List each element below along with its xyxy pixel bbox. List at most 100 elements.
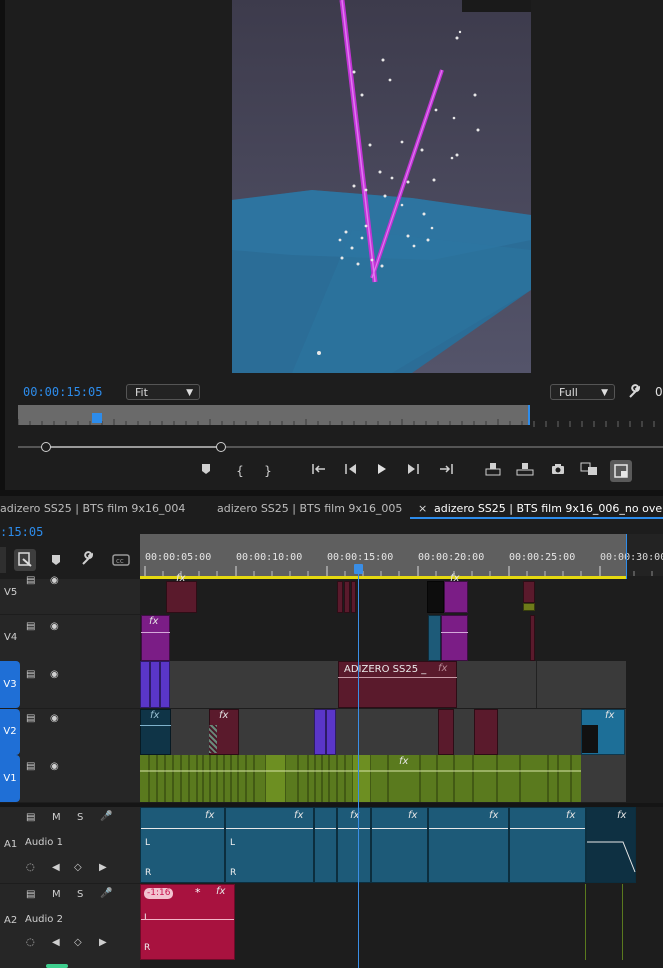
- solo-button[interactable]: S: [77, 812, 83, 823]
- go-to-out-button[interactable]: [436, 462, 456, 480]
- fx-badge: fx: [399, 756, 409, 767]
- go-to-in-button[interactable]: [309, 462, 329, 480]
- audio-clip-a1-1[interactable]: L R fx: [140, 807, 225, 883]
- audio-clip-a1-3[interactable]: [314, 807, 337, 883]
- extract-icon: [516, 463, 534, 476]
- clip-title-label: ADIZERO SS25 _: [344, 664, 427, 675]
- comparison-view-button[interactable]: [579, 462, 599, 480]
- clip-v4-2[interactable]: [428, 615, 441, 661]
- timeline-ruler[interactable]: 00:00:05:00 00:00:10:00 00:00:15:00 00:0…: [140, 534, 626, 576]
- toggle-sync-lock-icon[interactable]: ▤: [26, 812, 35, 823]
- clip-v2-6[interactable]: [474, 709, 498, 755]
- microphone-icon[interactable]: 🎤: [100, 888, 112, 899]
- clip-v5-3[interactable]: [344, 581, 350, 613]
- linked-selection-button[interactable]: [14, 549, 36, 571]
- v1-clip-strip[interactable]: [140, 755, 626, 802]
- clip-thumbnail: [209, 725, 217, 753]
- clip-v2-3[interactable]: [314, 709, 326, 755]
- step-forward-button[interactable]: [403, 462, 423, 480]
- toggle-sync-lock-icon[interactable]: ▤: [26, 713, 35, 724]
- tab-sequence-005[interactable]: adizero SS25 | BTS film 9x16_005: [217, 496, 402, 521]
- prev-keyframe-icon[interactable]: ◀: [52, 937, 60, 948]
- clip-v5-2[interactable]: [337, 581, 343, 613]
- track-name-v2[interactable]: V2: [0, 709, 20, 755]
- zoom-scrollbar-thumb[interactable]: [46, 446, 221, 448]
- track-id-a1: A1: [4, 839, 18, 850]
- add-keyframe-icon[interactable]: ◇: [74, 937, 82, 948]
- audio-clip-a1-4[interactable]: fx: [337, 807, 371, 883]
- next-keyframe-icon[interactable]: ▶: [99, 862, 107, 873]
- mark-out-button[interactable]: }: [258, 462, 278, 480]
- clip-v2-4[interactable]: [326, 709, 336, 755]
- eye-icon[interactable]: ◉: [50, 761, 59, 772]
- microphone-icon[interactable]: 🎤: [100, 811, 112, 822]
- audio-clip-a1-6[interactable]: fx: [428, 807, 509, 883]
- eye-icon[interactable]: ◉: [50, 575, 59, 586]
- keyframe-menu-icon[interactable]: ◌: [26, 937, 35, 948]
- playhead-handle[interactable]: [354, 564, 363, 574]
- playhead-line[interactable]: [358, 568, 359, 968]
- track-name-v1[interactable]: V1: [0, 755, 20, 802]
- track-header-v2: V2 ▤ ◉: [0, 709, 140, 755]
- zoom-handle-left[interactable]: [41, 442, 51, 452]
- next-keyframe-icon[interactable]: ▶: [99, 937, 107, 948]
- toggle-sync-lock-icon[interactable]: ▤: [26, 621, 35, 632]
- monitor-time-ruler[interactable]: [18, 405, 528, 425]
- toggle-sync-lock-icon[interactable]: ▤: [26, 575, 35, 586]
- prev-keyframe-icon[interactable]: ◀: [52, 862, 60, 873]
- play-button[interactable]: [371, 462, 391, 480]
- clip-v5-5[interactable]: [427, 581, 444, 613]
- toggle-sync-lock-icon[interactable]: ▤: [26, 761, 35, 772]
- track-lane-v2: fx fx fx: [140, 709, 626, 755]
- clip-v5-4[interactable]: [351, 581, 356, 613]
- playhead-timecode[interactable]: 00:00:15:05: [23, 385, 102, 399]
- timeline-timecode[interactable]: :15:05: [0, 525, 43, 539]
- fx-badge: fx: [605, 710, 615, 721]
- wrench-icon[interactable]: [627, 384, 643, 400]
- mute-button[interactable]: M: [52, 812, 61, 823]
- toggle-sync-lock-icon[interactable]: ▤: [26, 889, 35, 900]
- clip-v4-3[interactable]: [441, 615, 468, 661]
- audio-clip-a2-1[interactable]: -1:16 * fx L R: [140, 884, 235, 960]
- solo-button[interactable]: S: [77, 889, 83, 900]
- ruler-label-5s: 00:00:05:00: [145, 552, 212, 563]
- track-lane-v3: ADIZERO SS25 _ fx: [140, 661, 626, 708]
- add-keyframe-icon[interactable]: ◇: [74, 862, 82, 873]
- toggle-sync-lock-icon[interactable]: ▤: [26, 669, 35, 680]
- eye-icon[interactable]: ◉: [50, 713, 59, 724]
- export-frame-button[interactable]: [548, 462, 568, 480]
- zoom-select[interactable]: Fit ▼: [126, 384, 200, 400]
- fx-badge: fx: [205, 810, 215, 821]
- clip-v2-5[interactable]: [438, 709, 454, 755]
- eye-icon[interactable]: ◉: [50, 621, 59, 632]
- keyframe-menu-icon[interactable]: ◌: [26, 862, 35, 873]
- add-marker-button[interactable]: [196, 462, 216, 480]
- eye-icon[interactable]: ◉: [50, 669, 59, 680]
- clip-v5-1[interactable]: [166, 581, 197, 613]
- mark-in-button[interactable]: {: [230, 462, 250, 480]
- lift-button[interactable]: [483, 462, 503, 480]
- clip-v3-2[interactable]: [150, 661, 160, 708]
- track-name-v3[interactable]: V3: [0, 661, 20, 708]
- step-back-button[interactable]: [341, 462, 361, 480]
- clip-v5-8[interactable]: [523, 603, 535, 611]
- audio-clip-a1-2[interactable]: L R fx: [225, 807, 314, 883]
- audio-clip-a1-7[interactable]: fx: [509, 807, 586, 883]
- extract-button[interactable]: [515, 462, 535, 480]
- mute-button[interactable]: M: [52, 889, 61, 900]
- clip-v3-3[interactable]: [160, 661, 170, 708]
- clip-v5-7[interactable]: [523, 581, 535, 603]
- clip-v5-6[interactable]: [444, 581, 468, 613]
- wrench-icon[interactable]: [80, 551, 96, 571]
- captions-icon[interactable]: cc: [112, 552, 130, 571]
- tab-sequence-004[interactable]: adizero SS25 | BTS film 9x16_004: [0, 496, 185, 521]
- clip-v3-1[interactable]: [140, 661, 150, 708]
- toggle-view-button[interactable]: [610, 460, 632, 482]
- add-marker-icon[interactable]: [49, 552, 63, 571]
- edit-point: [585, 884, 586, 960]
- clip-v4-4[interactable]: [530, 615, 535, 661]
- zoom-handle-right[interactable]: [216, 442, 226, 452]
- audio-clip-a1-8[interactable]: fx: [586, 807, 636, 883]
- audio-clip-a1-5[interactable]: fx: [371, 807, 428, 883]
- playback-resolution-select[interactable]: Full ▼: [550, 384, 615, 400]
